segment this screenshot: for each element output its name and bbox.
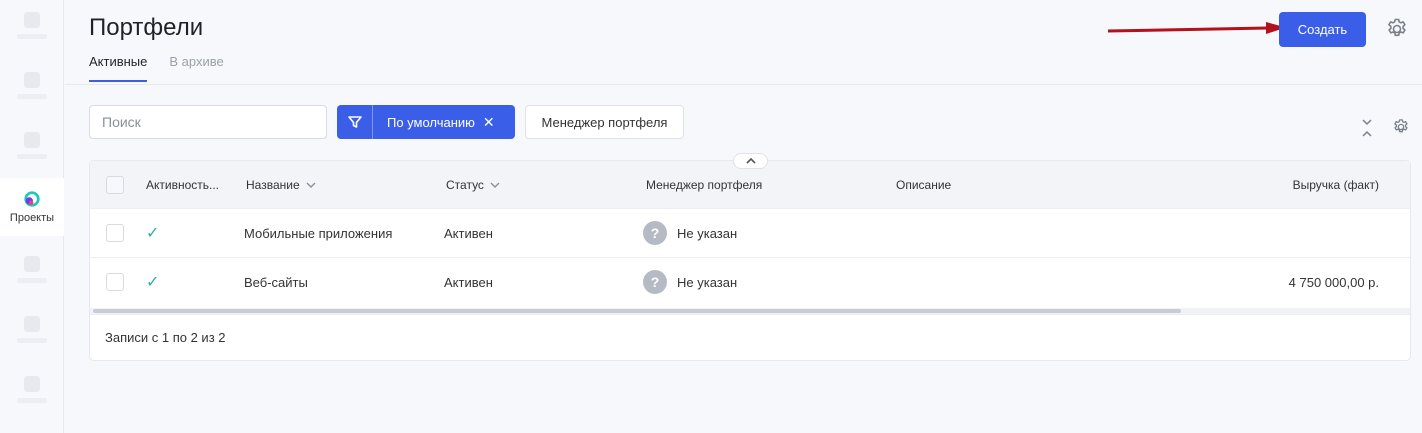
records-count: Записи с 1 по 2 из 2 [105, 330, 226, 345]
select-all-checkbox[interactable] [106, 175, 124, 194]
column-header-description[interactable]: Описание [896, 161, 951, 208]
column-header-activity[interactable]: Активность... [146, 161, 219, 208]
sidebar-item-label: Проекты [9, 212, 55, 224]
annotation-arrow-icon [1108, 22, 1286, 34]
chevron-up-icon [745, 157, 756, 164]
row-checkbox[interactable] [106, 273, 124, 291]
manager-filter-chip[interactable]: Менеджер портфеля [525, 105, 684, 139]
sidebar-placeholder-icon [24, 11, 40, 28]
sidebar-item-projects[interactable]: Проекты [0, 178, 64, 236]
table-row[interactable]: ✓ Мобильные приложения Активен ? Не указ… [90, 209, 1410, 258]
sidebar-placeholder-icon [24, 71, 40, 88]
sidebar-placeholder-icon [24, 315, 40, 332]
chevron-down-icon [490, 182, 500, 188]
projects-logo-icon [24, 191, 40, 207]
row-status: Активен [444, 225, 493, 241]
close-icon[interactable]: ✕ [483, 114, 495, 131]
sidebar-placeholder-icon [24, 131, 40, 148]
row-manager[interactable]: ? Не указан [643, 209, 737, 257]
row-manager-label: Не указан [677, 274, 738, 290]
sidebar-item-3[interactable] [0, 120, 64, 170]
page-header: Портфели Активные В архиве Создать [65, 0, 1422, 85]
row-revenue: 4 750 000,00 р. [1288, 274, 1379, 290]
collapse-chevrons-icon[interactable] [1360, 118, 1374, 138]
table-settings-gear-icon[interactable] [1392, 118, 1410, 136]
create-button[interactable]: Создать [1279, 12, 1366, 47]
table-footer: Записи с 1 по 2 из 2 [90, 314, 1410, 360]
row-manager[interactable]: ? Не указан [643, 258, 737, 306]
filter-chip-label: По умолчанию [387, 114, 475, 130]
column-header-status[interactable]: Статус [446, 161, 500, 208]
collapse-toolbar-toggle[interactable] [733, 153, 768, 169]
row-checkbox[interactable] [106, 224, 124, 242]
tab-active[interactable]: Активные [89, 54, 148, 82]
search-input[interactable] [89, 105, 327, 139]
row-name[interactable]: Мобильные приложения [244, 209, 392, 257]
tab-archive[interactable]: В архиве [169, 54, 223, 82]
sidebar-item-5[interactable] [0, 244, 64, 294]
sidebar: Проекты [0, 0, 64, 433]
column-header-revenue[interactable]: Выручка (факт) [1293, 161, 1379, 208]
filter-funnel-icon [347, 116, 362, 128]
unknown-user-avatar-icon: ? [643, 221, 667, 245]
active-check-icon: ✓ [146, 274, 160, 291]
table-row[interactable]: ✓ Веб-сайты Активен ? Не указан 4 750 00… [90, 258, 1410, 306]
portfolio-table: Активность... Название Статус Менеджер п… [89, 160, 1411, 361]
sidebar-item-7[interactable] [0, 364, 64, 414]
column-header-label: Статус [446, 177, 484, 192]
row-manager-label: Не указан [677, 225, 738, 241]
scrollbar-thumb[interactable] [93, 309, 1181, 313]
settings-gear-icon[interactable] [1385, 17, 1409, 41]
sidebar-placeholder-icon [24, 255, 40, 272]
sidebar-item-2[interactable] [0, 60, 64, 110]
row-name[interactable]: Веб-сайты [244, 258, 308, 306]
chevron-down-icon [306, 182, 316, 188]
unknown-user-avatar-icon: ? [643, 270, 667, 294]
sidebar-item-6[interactable] [0, 304, 64, 354]
page-title: Портфели [89, 14, 204, 41]
active-check-icon: ✓ [146, 225, 160, 242]
row-status: Активен [444, 274, 493, 290]
column-header-label: Название [246, 177, 300, 192]
sidebar-item-1[interactable] [0, 0, 64, 50]
sidebar-placeholder-icon [24, 375, 40, 392]
column-header-name[interactable]: Название [246, 161, 316, 208]
tab-bar: Активные В архиве [89, 54, 224, 82]
filter-chip-default[interactable]: По умолчанию ✕ [337, 105, 515, 139]
